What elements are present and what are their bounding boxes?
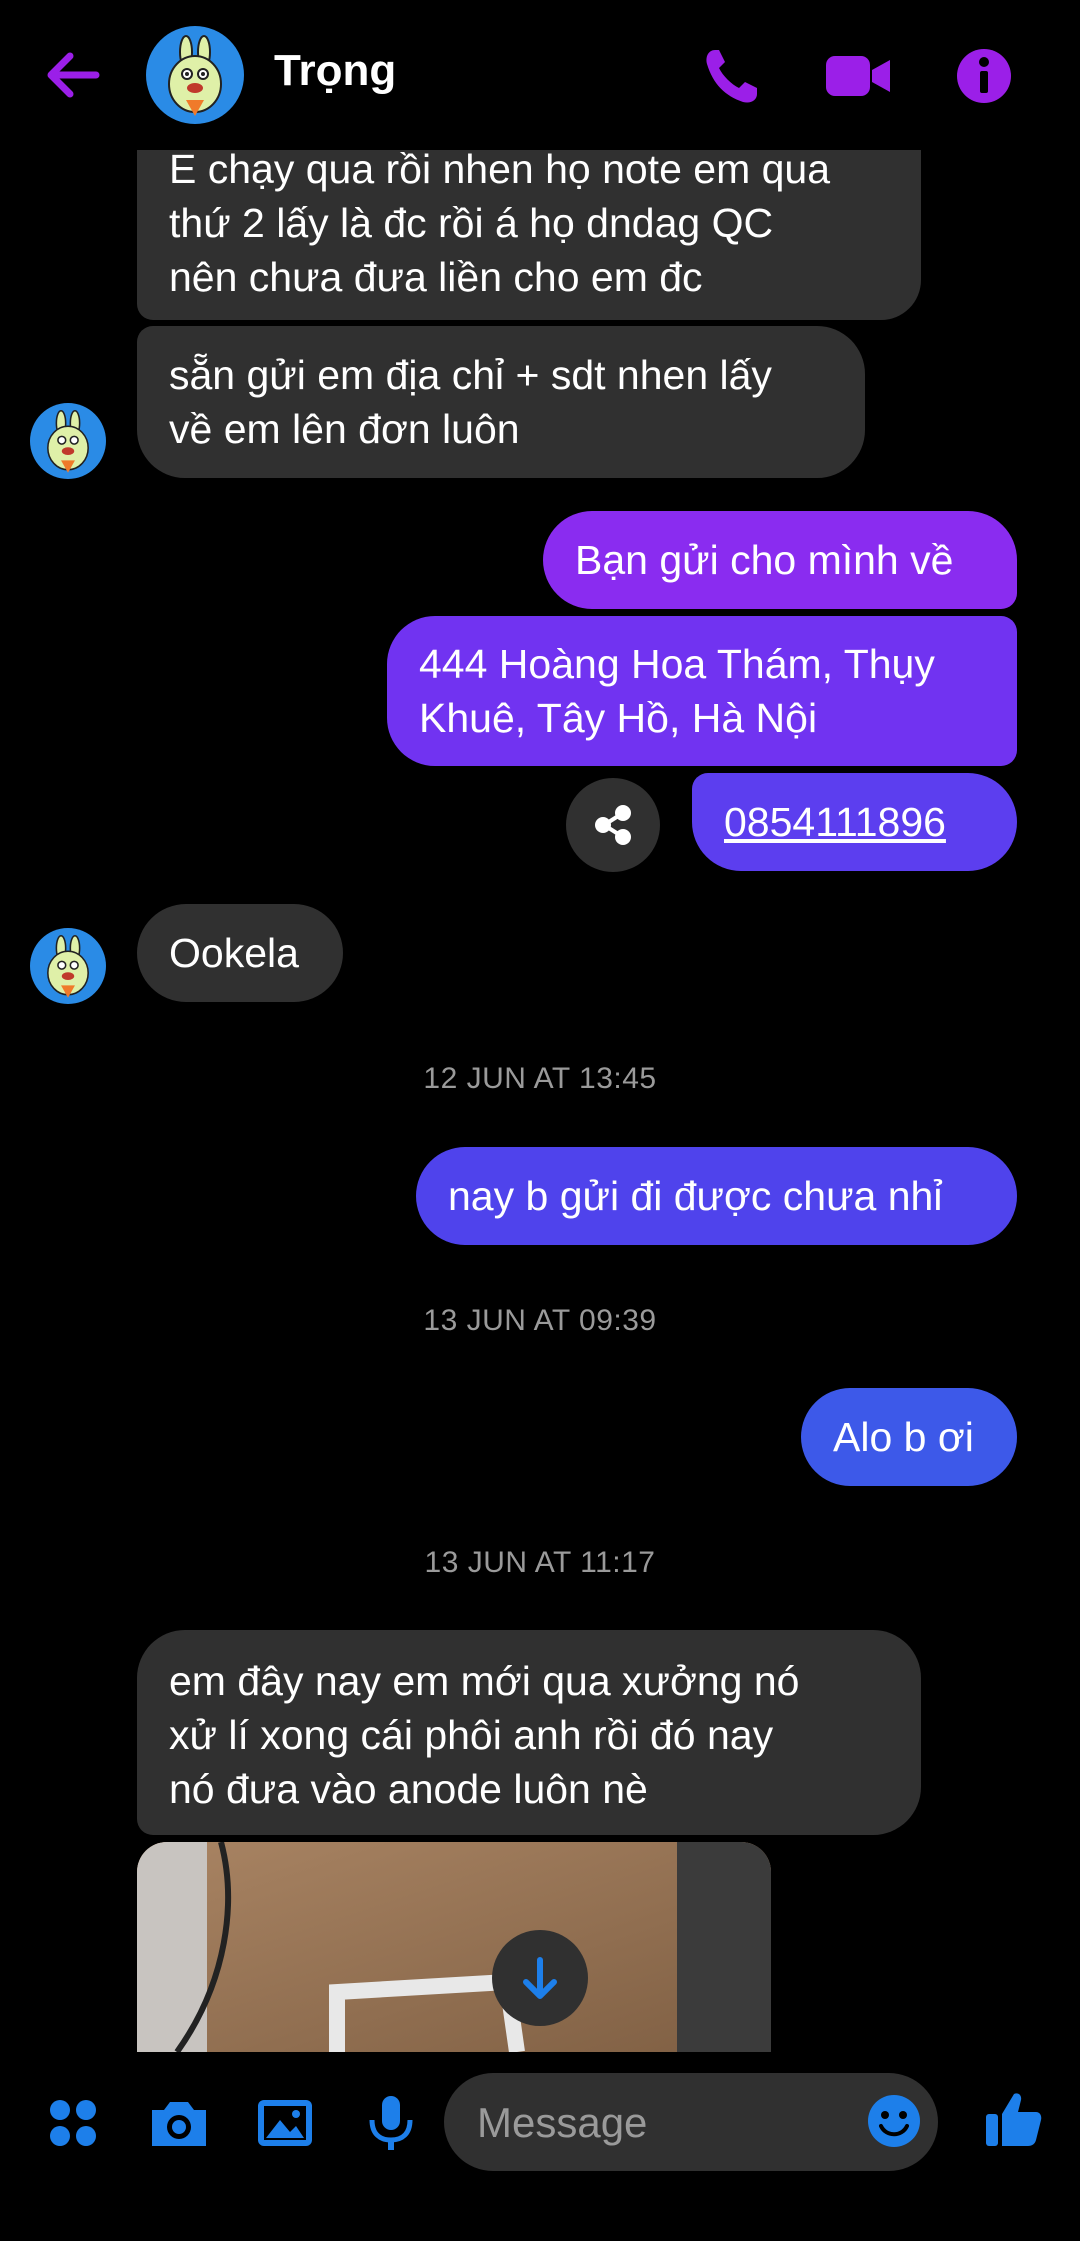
thumbs-up-icon[interactable]: [980, 2086, 1046, 2152]
message-line: xử lí xong cái phôi anh rồi đó nay: [169, 1712, 774, 1758]
image-gallery-icon[interactable]: [252, 2090, 318, 2156]
message-outgoing[interactable]: Alo b ơi: [801, 1388, 1017, 1486]
message-outgoing-phone[interactable]: 0854111896: [692, 773, 1017, 871]
message-line: em đây nay em mới qua xưởng nó: [169, 1658, 800, 1704]
message-input[interactable]: Message: [444, 2073, 938, 2171]
message-line: nó đưa vào anode luôn nè: [169, 1766, 648, 1812]
timestamp: 13 JUN AT 09:39: [423, 1304, 657, 1337]
chat-header: Trọng: [0, 0, 1080, 150]
message-incoming[interactable]: em đây nay em mới qua xưởng nó xử lí xon…: [137, 1630, 921, 1835]
photo-attachment[interactable]: [137, 1842, 771, 2052]
message-line: Bạn gửi cho mình về: [575, 537, 954, 583]
message-line: E chạy qua rồi nhen họ note em qua: [169, 146, 831, 192]
message-line: Khuê, Tây Hồ, Hà Nội: [419, 695, 818, 741]
message-incoming[interactable]: Ookela: [137, 904, 343, 1002]
contact-avatar-small[interactable]: [30, 928, 106, 1004]
apps-grid-icon[interactable]: [40, 2090, 106, 2156]
message-line: sẵn gửi em địa chỉ + sdt nhen lấy: [169, 352, 772, 398]
message-line: Ookela: [169, 930, 299, 976]
timestamp: 12 JUN AT 13:45: [423, 1062, 657, 1095]
video-camera-icon[interactable]: [822, 40, 894, 112]
camera-icon[interactable]: [146, 2090, 212, 2156]
contact-avatar-small[interactable]: [30, 403, 106, 479]
phone-link[interactable]: 0854111896: [724, 795, 985, 849]
back-arrow-icon[interactable]: [38, 40, 108, 110]
message-outgoing[interactable]: Bạn gửi cho mình về: [543, 511, 1017, 609]
message-line: nên chưa đưa liền cho em đc: [169, 254, 703, 300]
phone-icon[interactable]: [695, 40, 767, 112]
emoji-icon[interactable]: [864, 2091, 924, 2151]
info-icon[interactable]: [948, 40, 1020, 112]
message-line: 444 Hoàng Hoa Thám, Thụy: [419, 641, 935, 687]
message-line: Alo b ơi: [833, 1414, 974, 1460]
chevron-down-icon[interactable]: [492, 1930, 588, 2026]
message-line: thứ 2 lấy là đc rồi á họ dndag QC: [169, 200, 774, 246]
message-outgoing[interactable]: 444 Hoàng Hoa Thám, Thụy Khuê, Tây Hồ, H…: [387, 616, 1017, 766]
message-incoming[interactable]: sẵn gửi em địa chỉ + sdt nhen lấy về em …: [137, 326, 865, 478]
contact-name[interactable]: Trọng: [274, 46, 396, 96]
timestamp: 13 JUN AT 11:17: [424, 1546, 656, 1579]
message-line: nay b gửi đi được chưa nhỉ: [448, 1173, 943, 1219]
share-icon[interactable]: [566, 778, 660, 872]
contact-avatar[interactable]: [146, 26, 244, 124]
message-line: về em lên đơn luôn: [169, 406, 520, 452]
microphone-icon[interactable]: [358, 2090, 424, 2156]
message-placeholder: Message: [477, 2099, 648, 2146]
message-outgoing[interactable]: nay b gửi đi được chưa nhỉ: [416, 1147, 1017, 1245]
